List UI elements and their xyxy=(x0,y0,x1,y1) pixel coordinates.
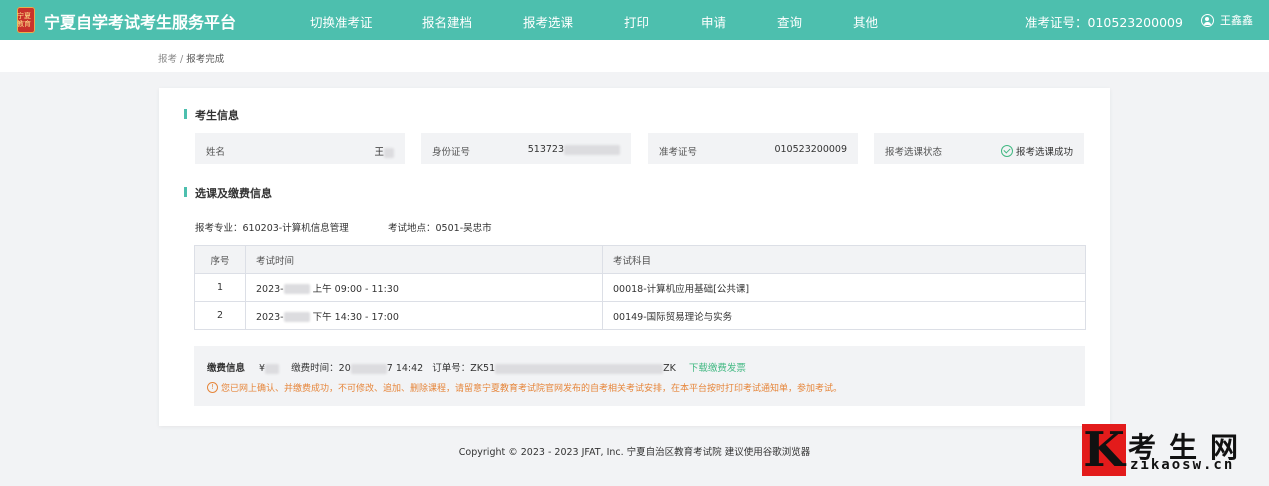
id-number-label: 身份证号 xyxy=(432,147,471,158)
top-header-bar: 宁夏教育 宁夏自学考试考生服务平台 切换准考证 报名建档 报考选课 打印 申请 … xyxy=(0,0,1269,40)
major-value: 610203-计算机信息管理 xyxy=(242,223,349,234)
table-header-row: 序号 考试时间 考试科目 xyxy=(194,245,1086,274)
site-logo[interactable]: 宁夏教育 xyxy=(17,7,35,33)
id-number-value-wrap: 513723 xyxy=(528,144,620,155)
watermark-k: K xyxy=(1082,422,1126,478)
id-number-field: 身份证号 513723 xyxy=(421,133,631,164)
payment-panel: 缴费信息 ¥ 缴费时间：20 7 14:42 订单号：ZK51 ZK 下载缴费发票 !… xyxy=(194,346,1085,406)
nav-apply[interactable]: 申请 xyxy=(701,12,726,31)
redacted-mask xyxy=(384,147,394,158)
name-label: 姓名 xyxy=(206,147,226,158)
payment-time-suffix: 7 14:42 xyxy=(386,363,424,374)
user-name[interactable]: 王鑫鑫 xyxy=(1220,12,1253,28)
table-row: 1 2023- 上午 09:00 - 11:30 00018-计算机应用基础[公… xyxy=(194,273,1086,302)
name-field: 姓名 王 xyxy=(195,133,405,164)
exam-number-label: 准考证号 xyxy=(659,147,698,158)
course-status-label: 报考选课状态 xyxy=(885,147,943,158)
row-exam-time: 2023- 下午 14:30 - 17:00 xyxy=(245,301,603,330)
course-status-field: 报考选课状态 报考选课成功 xyxy=(874,133,1084,164)
watermark-en: zikaosw.cn xyxy=(1130,457,1235,473)
breadcrumb-current: 报考完成 xyxy=(186,54,225,65)
nav-registration[interactable]: 报名建档 xyxy=(422,12,472,31)
exam-schedule-table: 序号 考试时间 考试科目 1 2023- 上午 09:00 - 11:30 00… xyxy=(194,245,1086,330)
row-date: 2023- xyxy=(256,311,284,323)
candidate-section-title: 考生信息 xyxy=(184,109,239,122)
site-title[interactable]: 宁夏自学考试考生服务平台 xyxy=(44,9,236,33)
major-label: 报考专业： xyxy=(195,223,243,234)
name-value-wrap: 王 xyxy=(374,144,394,158)
exam-number-value: 010523200009 xyxy=(774,144,847,155)
id-number-value: 513723 xyxy=(527,144,564,155)
redacted-mask xyxy=(265,363,280,374)
exam-site-label: 考试地点： xyxy=(388,223,436,234)
row-subject: 00149-国际贸易理论与实务 xyxy=(602,301,1086,330)
check-circle-icon xyxy=(1000,145,1013,157)
warning-icon: ! xyxy=(207,382,218,393)
footer-copyright: Copyright © 2023 - 2023 JFAT, Inc. 宁夏自治区… xyxy=(458,447,811,458)
user-menu[interactable]: 王鑫鑫 xyxy=(1201,12,1253,28)
breadcrumb-bar: 报考 / 报考完成 xyxy=(0,40,1269,72)
exam-no-value: 010523200009 xyxy=(1087,15,1183,30)
logo-text: 宁夏教育 xyxy=(17,12,31,28)
column-header-subject: 考试科目 xyxy=(602,245,1086,274)
redacted-mask xyxy=(283,284,310,294)
payment-time-prefix: 20 xyxy=(338,363,351,374)
exam-site-value: 0501-吴忠市 xyxy=(435,223,492,234)
redacted-mask xyxy=(350,363,387,374)
payment-notice: ! 您已网上确认、并缴费成功，不可修改、追加、删除课程，请留意宁夏教育考试院官网… xyxy=(207,381,842,394)
order-number-suffix: ZK xyxy=(663,363,676,374)
redacted-mask xyxy=(495,363,664,374)
column-header-no: 序号 xyxy=(194,245,246,274)
order-number-prefix: ZK51 xyxy=(470,363,496,374)
nav-other[interactable]: 其他 xyxy=(853,12,878,31)
breadcrumb: 报考 / 报考完成 xyxy=(158,51,224,65)
row-exam-time: 2023- 上午 09:00 - 11:30 xyxy=(245,273,603,302)
payment-time-label: 缴费时间： xyxy=(291,363,339,374)
table-row: 2 2023- 下午 14:30 - 17:00 00149-国际贸易理论与实务 xyxy=(194,301,1086,330)
payment-notice-text: 您已网上确认、并缴费成功，不可修改、追加、删除课程，请留意宁夏教育考试院官网发布… xyxy=(221,384,843,394)
main-card: 考生信息 姓名 王 身份证号 513723 准考证号 010523200009 … xyxy=(159,88,1110,426)
exam-site-info: 考试地点：0501-吴忠市 xyxy=(388,220,492,234)
row-time: 上午 09:00 - 11:30 xyxy=(312,283,399,295)
redacted-mask xyxy=(564,144,620,155)
exam-no-label: 准考证号： xyxy=(1025,15,1088,30)
breadcrumb-separator: / xyxy=(177,54,187,65)
order-number-label: 订单号： xyxy=(432,363,471,374)
row-time: 下午 14:30 - 17:00 xyxy=(312,311,399,323)
breadcrumb-root[interactable]: 报考 xyxy=(158,54,177,65)
exam-number-field: 准考证号 010523200009 xyxy=(648,133,858,164)
nav-switch-ticket[interactable]: 切换准考证 xyxy=(310,12,373,31)
row-subject: 00018-计算机应用基础[公共课] xyxy=(602,273,1086,302)
major-info: 报考专业：610203-计算机信息管理 xyxy=(195,220,349,234)
download-invoice-link[interactable]: 下载缴费发票 xyxy=(689,363,746,374)
column-header-time: 考试时间 xyxy=(245,245,603,274)
row-date: 2023- xyxy=(256,283,284,295)
header-exam-number: 准考证号：010523200009 xyxy=(1025,12,1183,31)
payment-info-line: 缴费信息 ¥ 缴费时间：20 7 14:42 订单号：ZK51 ZK 下载缴费发票 xyxy=(207,360,746,374)
nav-query[interactable]: 查询 xyxy=(777,12,802,31)
payment-title: 缴费信息 xyxy=(207,363,246,374)
redacted-mask xyxy=(283,312,310,322)
course-status-text: 报考选课成功 xyxy=(1015,147,1073,158)
nav-course-select[interactable]: 报考选课 xyxy=(523,12,573,31)
watermark-logo: K 考生网 zikaosw.cn xyxy=(1082,424,1262,480)
logo-icon: 宁夏教育 xyxy=(17,7,35,33)
course-status-value: 报考选课成功 xyxy=(1000,144,1073,158)
user-icon xyxy=(1201,13,1214,27)
nav-print[interactable]: 打印 xyxy=(624,12,649,31)
row-no: 1 xyxy=(194,273,246,302)
name-value: 王 xyxy=(374,147,384,158)
row-no: 2 xyxy=(194,301,246,330)
course-section-title: 选课及缴费信息 xyxy=(184,187,272,200)
